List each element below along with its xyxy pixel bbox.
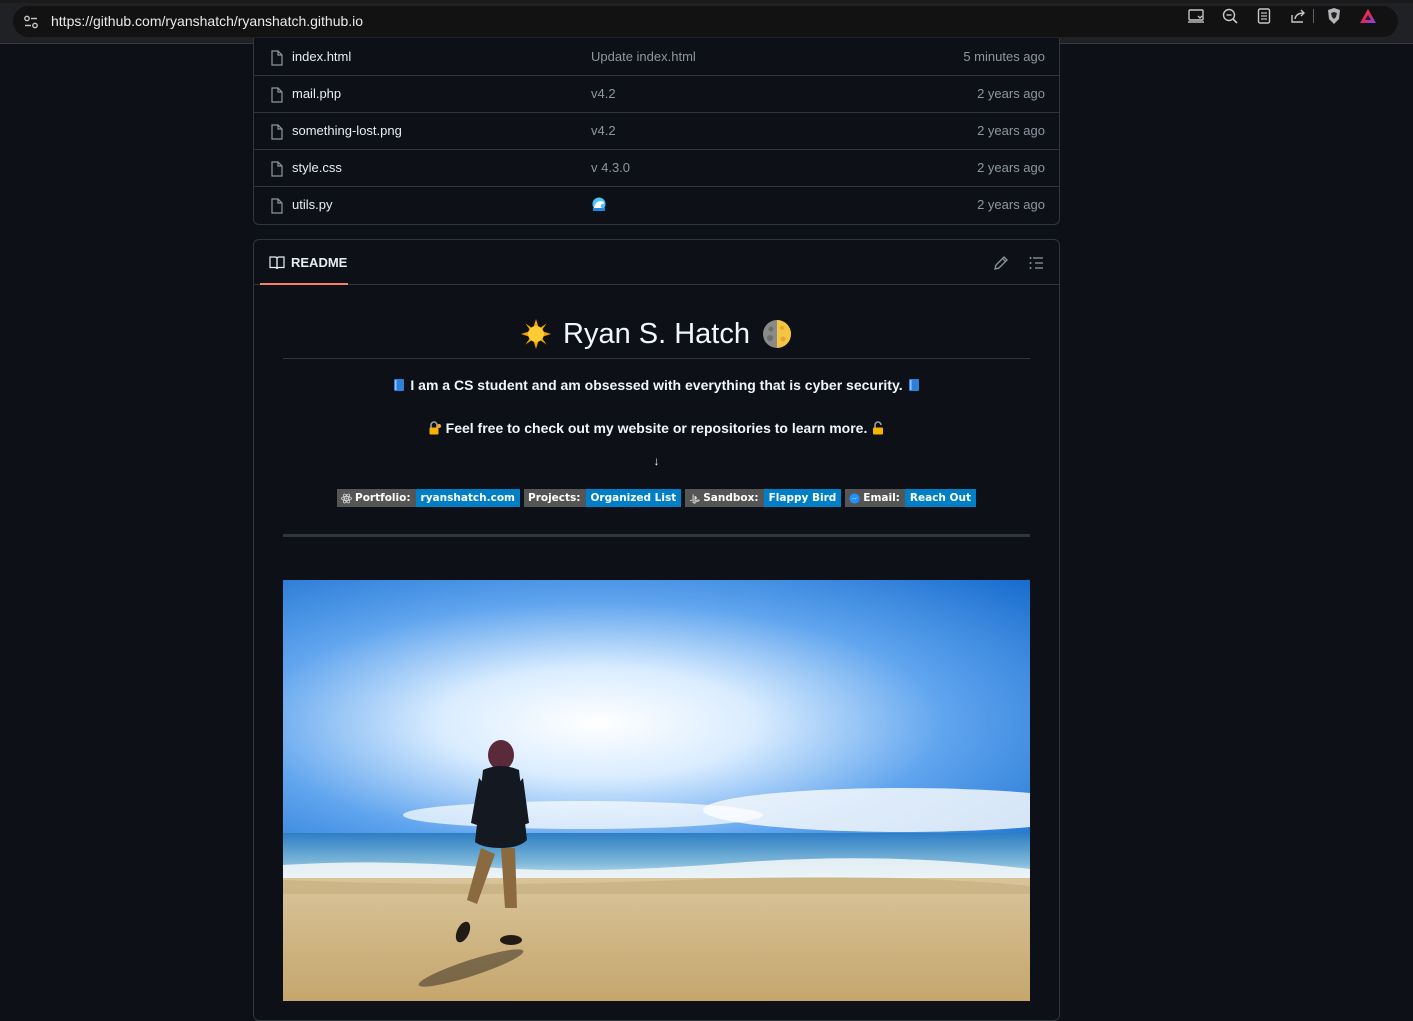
arrow-down: ↓ <box>653 454 660 468</box>
lock-with-key-icon <box>429 421 441 435</box>
title-divider <box>283 358 1030 359</box>
intro-line: I am a CS student and am obsessed with e… <box>283 377 1030 393</box>
url-text[interactable]: https://github.com/ryanshatch/ryanshatch… <box>51 13 363 29</box>
portfolio-badge[interactable]: Portfolio: ryanshatch.com <box>337 489 520 507</box>
readme-panel: README Ryan S. Hatch I am a CS student a… <box>253 239 1060 1021</box>
intro-text: I am a CS student and am obsessed with e… <box>410 377 903 393</box>
commit-message-link[interactable]: v4.2 <box>591 123 616 138</box>
messenger-icon <box>849 492 860 504</box>
file-name-link[interactable]: something-lost.png <box>292 123 402 138</box>
portfolio-badge-value: ryanshatch.com <box>415 489 520 507</box>
projects-badge-label: Projects: <box>528 492 581 504</box>
sandbox-badge[interactable]: Sandbox: Flappy Bird <box>685 489 842 507</box>
moon-phase-emoji-icon <box>762 320 791 348</box>
projects-badge-value: Organized List <box>585 489 682 507</box>
commit-time: 2 years ago <box>977 197 1045 212</box>
file-name-link[interactable]: style.css <box>292 160 342 175</box>
readme-header: README <box>254 240 1059 285</box>
file-row[interactable]: mail.php v4.2 2 years ago <box>254 75 1059 113</box>
wave-emoji-icon[interactable] <box>592 197 606 211</box>
brave-shields-icon[interactable] <box>1325 7 1343 25</box>
open-lock-icon <box>873 421 884 435</box>
sun-emoji-icon <box>521 319 551 349</box>
file-icon <box>271 87 283 103</box>
file-name-link[interactable]: utils.py <box>292 197 332 212</box>
section-divider <box>283 534 1030 537</box>
commit-message-link[interactable]: Update index.html <box>591 49 696 64</box>
portfolio-badge-label: Portfolio: <box>355 492 411 504</box>
cast-icon[interactable] <box>1187 7 1205 25</box>
commit-time: 2 years ago <box>977 160 1045 175</box>
file-row[interactable]: style.css v 4.3.0 2 years ago <box>254 149 1059 187</box>
table-of-contents-icon[interactable] <box>1028 255 1044 271</box>
cta-text: Feel free to check out my website or rep… <box>445 420 868 436</box>
toolbar-divider <box>1313 9 1314 23</box>
commit-time: 5 minutes ago <box>963 49 1045 64</box>
sandbox-badge-label: Sandbox: <box>703 492 759 504</box>
projects-badge[interactable]: Projects: Organized List <box>524 489 682 507</box>
commit-time: 2 years ago <box>977 123 1045 138</box>
commit-message-link[interactable]: v4.2 <box>591 86 616 101</box>
file-icon <box>271 50 283 66</box>
brave-rewards-icon[interactable] <box>1359 7 1377 25</box>
file-icon <box>271 161 283 177</box>
book-icon <box>269 256 285 270</box>
blue-book-icon <box>908 379 919 391</box>
file-row[interactable]: utils.py 2 years ago <box>254 186 1059 223</box>
file-icon <box>271 198 283 214</box>
pencil-edit-icon[interactable] <box>993 255 1009 271</box>
file-icon <box>271 124 283 140</box>
tab-readme[interactable]: README <box>260 240 348 285</box>
file-row[interactable]: something-lost.png v4.2 2 years ago <box>254 112 1059 150</box>
share-icon[interactable] <box>1289 7 1307 25</box>
title-text: Ryan S. Hatch <box>563 318 750 350</box>
zoom-out-icon[interactable] <box>1221 7 1239 25</box>
file-name-link[interactable]: index.html <box>292 49 351 64</box>
sandbox-badge-value: Flappy Bird <box>763 489 842 507</box>
commit-time: 2 years ago <box>977 86 1045 101</box>
window-top-edge <box>0 0 1413 3</box>
file-name-link[interactable]: mail.php <box>292 86 341 101</box>
commit-message-link[interactable]: v 4.3.0 <box>591 160 630 175</box>
site-settings-icon[interactable] <box>23 14 39 30</box>
readme-tab-label: README <box>291 255 348 270</box>
playstation-icon <box>690 493 700 504</box>
file-row[interactable]: index.html Update index.html 5 minutes a… <box>254 38 1059 76</box>
blue-book-icon <box>394 379 405 391</box>
react-icon <box>341 493 352 503</box>
badge-row: Portfolio: ryanshatch.com Projects: Orga… <box>283 489 1030 507</box>
file-list: index.html Update index.html 5 minutes a… <box>253 38 1060 225</box>
readme-title: Ryan S. Hatch <box>283 314 1030 360</box>
email-badge-value: Reach Out <box>904 489 976 507</box>
cta-line: Feel free to check out my website or rep… <box>283 420 1030 436</box>
email-badge-label: Email: <box>863 492 900 504</box>
beach-photo <box>283 580 1030 1001</box>
email-badge[interactable]: Email: Reach Out <box>845 489 976 507</box>
reader-mode-icon[interactable] <box>1255 7 1273 25</box>
